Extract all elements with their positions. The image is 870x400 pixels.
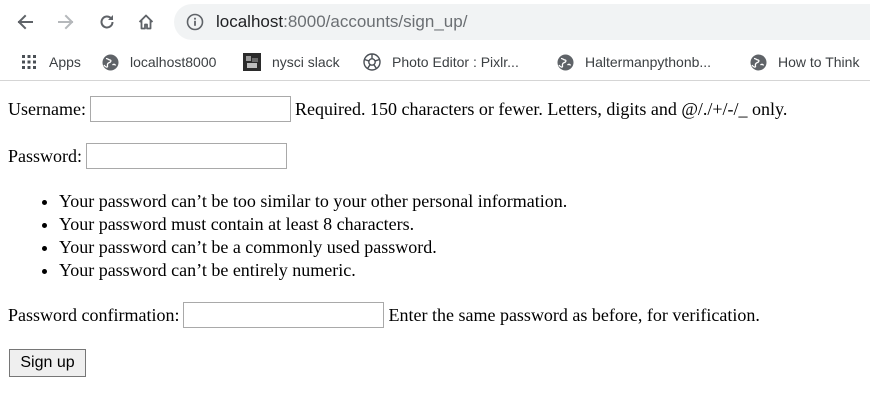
bookmarks-bar: Apps localhost8000 nysci slack Photo Edi… [0, 44, 870, 81]
apps-grid-icon [20, 53, 38, 71]
bookmark-apps[interactable]: Apps [20, 51, 81, 73]
url-path: :8000/accounts/sign_up/ [283, 12, 468, 31]
password-rule-item: Your password can’t be a commonly used p… [59, 236, 567, 259]
bookmark-how-to-think[interactable]: How to Think [749, 51, 859, 73]
password-confirmation-row: Password confirmation: Enter the same pa… [8, 301, 760, 329]
url-host: localhost [216, 12, 284, 31]
bookmark-label: Apps [49, 54, 81, 70]
bookmark-photo-editor[interactable]: Photo Editor : Pixlr... [363, 51, 519, 73]
password-label: Password: [8, 145, 83, 166]
forward-arrow-icon [58, 14, 74, 30]
url-text[interactable]: localhost:8000/accounts/sign_up/ [216, 11, 467, 33]
forward-button[interactable] [51, 7, 81, 37]
aperture-icon [363, 53, 381, 71]
home-icon [138, 14, 154, 30]
bookmark-label: nysci slack [272, 54, 340, 70]
password-input[interactable] [86, 143, 288, 169]
reload-icon [100, 15, 114, 29]
password-confirmation-help-text: Enter the same password as before, for v… [388, 304, 760, 325]
reload-button[interactable] [92, 7, 122, 37]
username-input[interactable] [89, 96, 291, 122]
bookmark-localhost8000[interactable]: localhost8000 [101, 51, 216, 73]
bookmark-nysci-slack[interactable]: nysci slack [243, 51, 340, 73]
image-favicon-icon [243, 53, 261, 71]
address-bar[interactable]: localhost:8000/accounts/sign_up/ [174, 4, 870, 40]
globe-icon [101, 53, 119, 71]
home-button[interactable] [131, 7, 161, 37]
globe-icon [749, 53, 767, 71]
password-rule-item: Your password must contain at least 8 ch… [59, 213, 567, 236]
password-confirmation-input[interactable] [183, 302, 385, 328]
username-help-text: Required. 150 characters or fewer. Lette… [294, 98, 788, 119]
back-arrow-icon [17, 14, 33, 30]
password-row: Password: [8, 142, 291, 170]
info-icon[interactable] [186, 13, 204, 31]
password-rule-item: Your password can’t be too similar to yo… [59, 190, 567, 213]
bookmark-label: Photo Editor : Pixlr... [392, 54, 519, 70]
bookmark-label: Haltermanpythonb... [585, 54, 712, 70]
password-rules-list: Your password can’t be too similar to yo… [0, 190, 567, 282]
signup-form: Username: Required. 150 characters or fe… [0, 81, 870, 400]
username-row: Username: Required. 150 characters or fe… [8, 95, 787, 123]
browser-toolbar: localhost:8000/accounts/sign_up/ [0, 0, 870, 44]
back-button[interactable] [10, 7, 40, 37]
password-confirmation-label: Password confirmation: [8, 304, 180, 325]
bookmark-label: localhost8000 [130, 54, 217, 70]
sign-up-button[interactable]: Sign up [9, 349, 86, 377]
globe-icon [556, 53, 574, 71]
username-label: Username: [8, 98, 86, 119]
bookmark-haltermanpythonbook[interactable]: Haltermanpythonb... [556, 51, 711, 73]
password-rule-item: Your password can’t be entirely numeric. [59, 259, 567, 282]
bookmark-label: How to Think [778, 54, 860, 70]
